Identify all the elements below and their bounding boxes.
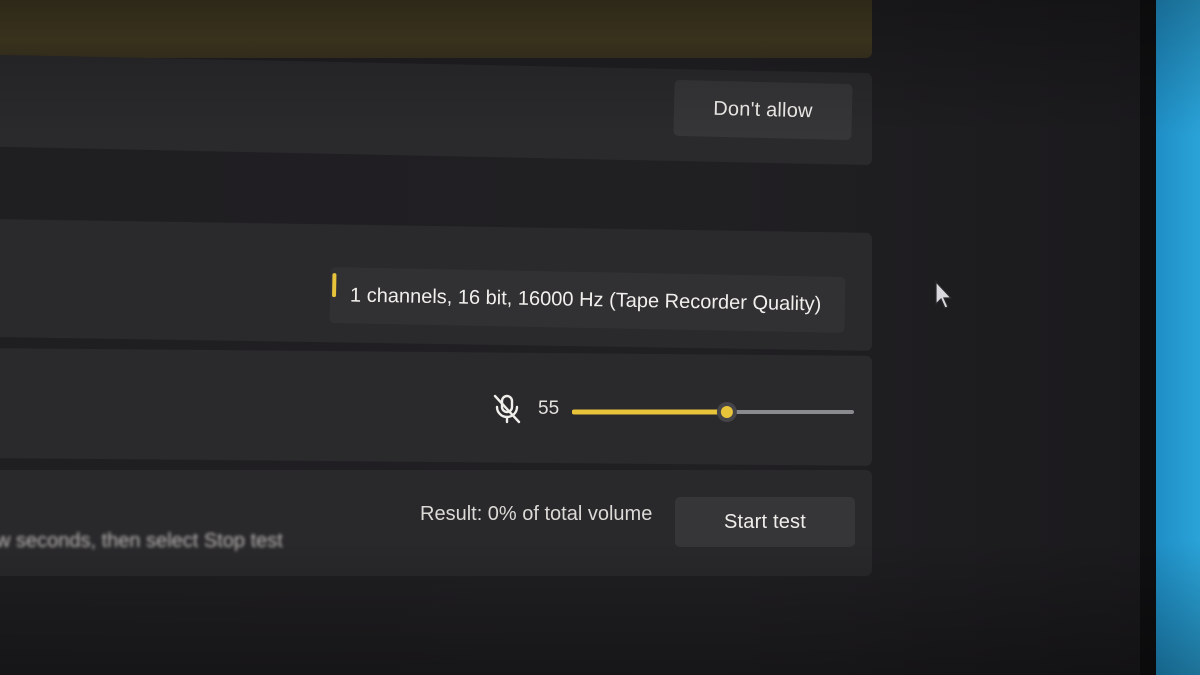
background-blue [1156, 0, 1200, 675]
permission-banner [0, 0, 872, 58]
test-instruction-text: w seconds, then select Stop test [0, 530, 283, 552]
dont-allow-button[interactable]: Don't allow [673, 79, 853, 141]
microphone-muted-icon[interactable] [490, 392, 524, 426]
background-panel [878, 0, 1158, 675]
slider-thumb-core [720, 406, 733, 418]
format-dropdown[interactable]: 1 channels, 16 bit, 16000 Hz (Tape Recor… [329, 267, 846, 333]
format-selected-value: 1 channels, 16 bit, 16000 Hz (Tape Recor… [349, 283, 822, 315]
volume-slider[interactable] [571, 402, 854, 422]
dropdown-accent-indicator [332, 273, 337, 298]
volume-value-label: 55 [538, 398, 560, 419]
mouse-cursor-icon [934, 280, 954, 310]
start-test-button[interactable]: Start test [675, 497, 855, 547]
test-result-text: Result: 0% of total volume [420, 503, 653, 525]
